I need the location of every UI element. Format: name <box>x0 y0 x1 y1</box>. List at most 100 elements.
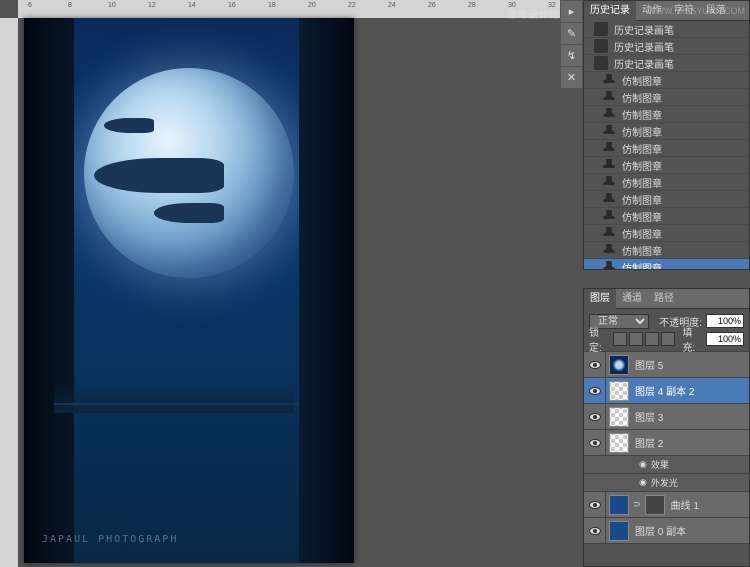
ruler-mark: 26 <box>428 2 436 9</box>
history-item[interactable]: 仿制图章 <box>584 191 749 208</box>
eye-icon <box>589 527 601 535</box>
ruler-mark: 6 <box>28 2 32 9</box>
panel-tool-button[interactable]: ✕ <box>561 67 582 88</box>
lock-transparency-icon[interactable] <box>613 332 627 346</box>
history-tab[interactable]: 历史记录 <box>584 1 636 21</box>
history-item[interactable]: 仿制图章 <box>584 225 749 242</box>
layer-item[interactable]: 图层 3 <box>584 404 749 430</box>
layer-name[interactable]: 曲线 1 <box>668 497 749 512</box>
effect-bullet-icon: ◉ <box>639 477 647 488</box>
ruler-mark: 8 <box>68 2 72 9</box>
brush-icon <box>594 39 608 53</box>
building-left <box>24 18 74 563</box>
ruler-mark: 20 <box>308 2 316 9</box>
visibility-toggle[interactable] <box>584 492 606 517</box>
photo-credit: JAPAUL PHOTOGRAPH <box>42 534 178 545</box>
canvas[interactable]: JAPAUL PHOTOGRAPH <box>24 18 354 563</box>
history-item[interactable]: 仿制图章 <box>584 208 749 225</box>
layers-tab[interactable]: 图层 <box>584 289 616 309</box>
panel-tool-button[interactable]: ▸ <box>561 1 582 22</box>
brush-icon <box>594 56 608 70</box>
visibility-toggle[interactable] <box>584 352 606 377</box>
history-item-label: 仿制图章 <box>622 73 662 88</box>
layers-tabs: 图层通道路径 <box>584 289 749 309</box>
history-item[interactable]: 历史记录画笔 <box>584 21 749 38</box>
ruler-mark: 32 <box>548 2 556 9</box>
history-tab[interactable]: 动作 <box>636 1 668 21</box>
fish-graphic <box>154 203 224 223</box>
history-item-label: 历史记录画笔 <box>614 22 674 37</box>
stamp-icon <box>602 244 616 256</box>
layer-item[interactable]: ⊃曲线 1 <box>584 492 749 518</box>
history-item[interactable]: 仿制图章 <box>584 106 749 123</box>
layer-name[interactable]: 图层 5 <box>632 357 749 372</box>
layer-item[interactable]: 图层 2 <box>584 430 749 456</box>
history-tab[interactable]: 字符 <box>668 1 700 21</box>
layer-item[interactable]: 图层 5 <box>584 352 749 378</box>
history-panel: 历史记录动作字符段落 历史记录画笔历史记录画笔历史记录画笔仿制图章仿制图章仿制图… <box>583 0 750 270</box>
eye-icon <box>589 387 601 395</box>
history-item[interactable]: 仿制图章 <box>584 140 749 157</box>
lock-pixels-icon[interactable] <box>629 332 643 346</box>
visibility-toggle[interactable] <box>584 378 606 403</box>
lock-position-icon[interactable] <box>645 332 659 346</box>
layer-name[interactable]: 图层 2 <box>632 435 749 450</box>
fish-graphic <box>104 118 154 133</box>
eye-icon <box>589 413 601 421</box>
history-tabs: 历史记录动作字符段落 <box>584 1 749 21</box>
panels-container: WWW.MISSYUAN.COM ▸ ✎ ↯ ✕ 历史记录动作字符段落 历史记录… <box>583 0 750 567</box>
ruler-mark: 22 <box>348 2 356 9</box>
layer-item[interactable]: 图层 4 副本 2 <box>584 378 749 404</box>
layer-thumbnail <box>609 433 629 453</box>
history-item[interactable]: 仿制图章 <box>584 242 749 259</box>
layer-name[interactable]: 图层 3 <box>632 409 749 424</box>
lock-label: 锁定: <box>589 324 609 354</box>
history-item[interactable]: 仿制图章 <box>584 259 749 270</box>
eye-icon <box>589 361 601 369</box>
panel-toolbar: ▸ ✎ ↯ ✕ <box>560 0 583 120</box>
history-list[interactable]: 历史记录画笔历史记录画笔历史记录画笔仿制图章仿制图章仿制图章仿制图章仿制图章仿制… <box>584 21 749 270</box>
history-item[interactable]: 历史记录画笔 <box>584 55 749 72</box>
history-item[interactable]: 历史记录画笔 <box>584 38 749 55</box>
history-item[interactable]: 仿制图章 <box>584 72 749 89</box>
stamp-icon <box>602 227 616 239</box>
ruler-mark: 16 <box>228 2 236 9</box>
layer-name[interactable]: 图层 4 副本 2 <box>632 383 749 398</box>
history-item-label: 历史记录画笔 <box>614 56 674 71</box>
eye-icon <box>589 439 601 447</box>
panel-tool-button[interactable]: ✎ <box>561 23 582 44</box>
layer-item[interactable]: 图层 0 副本 <box>584 518 749 544</box>
visibility-toggle[interactable] <box>584 518 606 543</box>
history-tab[interactable]: 段落 <box>700 1 732 21</box>
history-item-label: 仿制图章 <box>622 243 662 258</box>
brush-icon <box>594 22 608 36</box>
fill-input[interactable] <box>706 332 744 346</box>
layers-tab[interactable]: 通道 <box>616 289 648 309</box>
history-item-label: 仿制图章 <box>622 226 662 241</box>
visibility-toggle[interactable] <box>584 430 606 455</box>
panel-tool-button[interactable]: ↯ <box>561 45 582 66</box>
history-item-label: 仿制图章 <box>622 260 662 271</box>
effect-name: 外发光 <box>651 476 678 489</box>
stamp-icon <box>602 159 616 171</box>
stamp-icon <box>602 193 616 205</box>
history-item[interactable]: 仿制图章 <box>584 123 749 140</box>
fill-label: 填充: <box>683 324 703 354</box>
layer-thumbnail <box>609 521 629 541</box>
layers-list[interactable]: 图层 5图层 4 副本 2图层 3图层 2◉ 效果◉ 外发光⊃曲线 1图层 0 … <box>584 352 749 552</box>
building-right <box>299 18 354 563</box>
layers-tab[interactable]: 路径 <box>648 289 680 309</box>
history-item[interactable]: 仿制图章 <box>584 174 749 191</box>
ruler-mark: 30 <box>508 2 516 9</box>
history-item-label: 仿制图章 <box>622 124 662 139</box>
lock-all-icon[interactable] <box>661 332 675 346</box>
history-item[interactable]: 仿制图章 <box>584 89 749 106</box>
opacity-input[interactable] <box>706 314 744 328</box>
visibility-toggle[interactable] <box>584 404 606 429</box>
effect-name: 效果 <box>651 458 669 471</box>
layer-name[interactable]: 图层 0 副本 <box>632 523 749 538</box>
layer-effect-item[interactable]: ◉ 外发光 <box>584 474 749 492</box>
history-item[interactable]: 仿制图章 <box>584 157 749 174</box>
layer-effect-item[interactable]: ◉ 效果 <box>584 456 749 474</box>
fish-graphic <box>94 158 224 193</box>
